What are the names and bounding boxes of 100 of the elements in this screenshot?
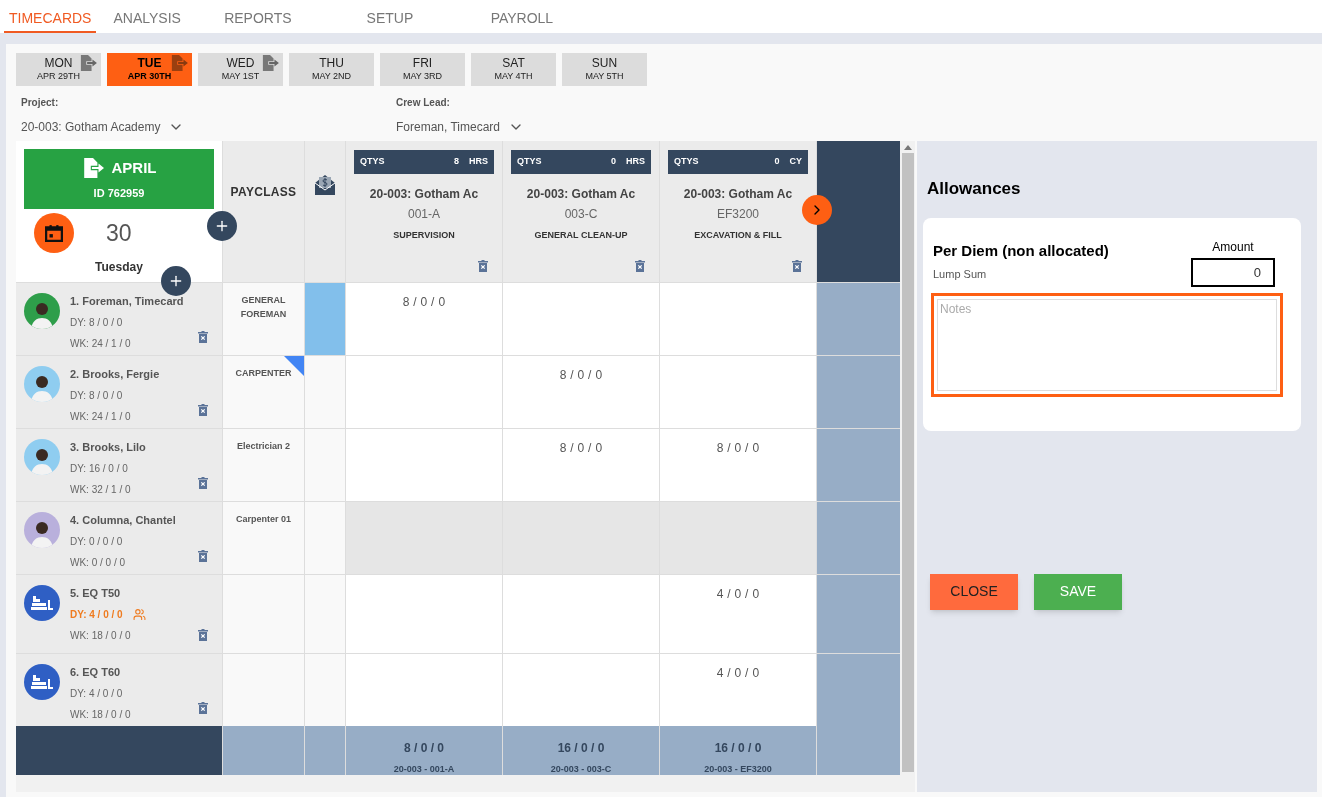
total-hours: 16 / 0 / 0 [557, 740, 605, 757]
hours-cell[interactable] [346, 574, 503, 653]
amount-field[interactable]: 0 [1191, 257, 1275, 287]
hours-cell[interactable] [346, 355, 503, 428]
plus-icon [214, 218, 230, 234]
day-hours: DY: 0 / 0 / 0 [70, 534, 123, 549]
trash-icon[interactable] [198, 331, 208, 343]
hours-cell[interactable]: 8 / 0 / 0 [660, 428, 817, 501]
week-hours: WK: 32 / 1 / 0 [70, 482, 132, 497]
job-code: 001-A [408, 206, 440, 223]
hours-cell[interactable]: 4 / 0 / 0 [660, 574, 817, 653]
scroll-up-icon[interactable] [903, 145, 912, 150]
hours-cell[interactable] [346, 428, 503, 501]
hours-cell[interactable]: 8 / 0 / 0 [503, 428, 660, 501]
add-button[interactable] [207, 211, 237, 241]
day-button[interactable]: MON APR 29TH [16, 53, 101, 86]
day-hours: DY: 16 / 0 / 0 [70, 461, 128, 476]
day-button[interactable]: SUN MAY 5TH [562, 53, 647, 86]
payclass-label: Carpenter 01 [235, 513, 292, 526]
calendar-icon [45, 224, 63, 242]
hours-cell[interactable] [660, 282, 817, 355]
horizontal-scrollbar[interactable] [16, 775, 915, 792]
person-silhouette-icon [31, 522, 53, 548]
qty-label: QTYS [674, 155, 699, 169]
allowance-cell[interactable] [305, 574, 346, 653]
allowance-cell[interactable] [305, 428, 346, 501]
day-button[interactable]: TUE APR 30TH [107, 53, 192, 86]
hours-cell[interactable] [346, 653, 503, 726]
job-description: GENERAL CLEAN-UP [534, 229, 628, 242]
nav-tab[interactable]: PAYROLL [461, 0, 582, 33]
trash-icon[interactable] [198, 702, 208, 714]
crew-member-name[interactable]: 4. Columna, Chantel [70, 512, 176, 529]
allowance-cell[interactable] [305, 282, 346, 355]
day-button[interactable]: FRI MAY 3RD [380, 53, 465, 86]
hours-cell[interactable] [660, 355, 817, 428]
hours-cell[interactable]: 8 / 0 / 0 [503, 355, 660, 428]
crew-member-name[interactable]: 6. EQ T60 [70, 664, 131, 681]
crew-member-name[interactable]: 3. Brooks, Lilo [70, 439, 146, 456]
hours-cell[interactable] [346, 501, 503, 574]
field-label: Crew Lead: [396, 96, 451, 110]
select-field[interactable]: 20-003: Gotham Academy [21, 118, 185, 136]
person-silhouette-icon [31, 303, 53, 329]
plus-icon [168, 273, 184, 289]
hours-cell[interactable] [503, 574, 660, 653]
trash-icon[interactable] [198, 404, 208, 416]
hours-cell[interactable] [503, 653, 660, 726]
calendar-button[interactable] [34, 213, 74, 253]
trash-icon[interactable] [198, 629, 208, 641]
trash-icon[interactable] [198, 550, 208, 562]
hours-cell[interactable]: 4 / 0 / 0 [660, 653, 817, 726]
bulldozer-icon [31, 596, 53, 610]
timecard-id: ID 762959 [93, 185, 145, 201]
allowance-type: Lump Sum [933, 267, 988, 282]
qty-unit: HRS [626, 155, 645, 169]
total-code: 20-003 - EF3200 [704, 763, 772, 776]
nav-tab[interactable]: SETUP [329, 0, 450, 33]
trash-icon[interactable] [198, 477, 208, 489]
hours-cell[interactable] [503, 501, 660, 574]
hours-cell[interactable] [660, 501, 817, 574]
amount-label: Amount [1212, 238, 1254, 256]
field-label: Project: [21, 96, 60, 110]
day-hours: DY: 4 / 0 / 0 [70, 686, 123, 701]
allowance-cell[interactable] [305, 501, 346, 574]
trash-icon[interactable] [635, 260, 645, 272]
crew-member-name[interactable]: 5. EQ T50 [70, 585, 146, 602]
job-description: SUPERVISION [393, 229, 455, 242]
panel-title: Allowances [927, 178, 1022, 200]
qty-unit: HRS [469, 155, 488, 169]
file-export-icon [81, 158, 104, 179]
add-button[interactable] [161, 266, 191, 296]
hours-cell[interactable]: 8 / 0 / 0 [346, 282, 503, 355]
trash-icon[interactable] [792, 260, 802, 272]
next-button[interactable] [802, 195, 832, 225]
allowance-cell[interactable] [305, 355, 346, 428]
qty-unit: CY [789, 155, 802, 169]
day-hours: DY: 4 / 0 / 0 [70, 607, 123, 622]
day-button[interactable]: WED MAY 1ST [198, 53, 283, 86]
crew-member-name[interactable]: 1. Foreman, Timecard [70, 293, 184, 310]
week-hours: WK: 0 / 0 / 0 [70, 555, 127, 570]
notes-field[interactable]: Notes [931, 292, 1283, 397]
envelope-dollar-icon[interactable] [313, 173, 337, 197]
crew-member-name[interactable]: 2. Brooks, Fergie [70, 366, 160, 383]
allowance-cell[interactable] [305, 653, 346, 726]
person-silhouette-icon [31, 449, 53, 475]
hours-cell[interactable] [503, 282, 660, 355]
day-button[interactable]: THU MAY 2ND [289, 53, 374, 86]
file-export-icon [170, 55, 188, 71]
total-hours: 8 / 0 / 0 [404, 740, 444, 757]
total-code: 20-003 - 003-C [550, 763, 612, 776]
trash-icon[interactable] [478, 260, 488, 272]
day-button[interactable]: SAT MAY 4TH [471, 53, 556, 86]
job-project: 20-003: Gotham Ac [369, 186, 479, 203]
close-button[interactable]: CLOSE [930, 573, 1018, 610]
select-field[interactable]: Foreman, Timecard [396, 118, 525, 136]
nav-tab[interactable]: REPORTS [197, 0, 318, 33]
payclass-label: CARPENTER [234, 367, 293, 380]
week-hours: WK: 18 / 0 / 0 [70, 628, 132, 643]
vertical-scrollbar[interactable] [900, 141, 915, 775]
qty-value: 0 [610, 155, 616, 169]
nav-tab[interactable]: ANALYSIS [108, 0, 186, 33]
